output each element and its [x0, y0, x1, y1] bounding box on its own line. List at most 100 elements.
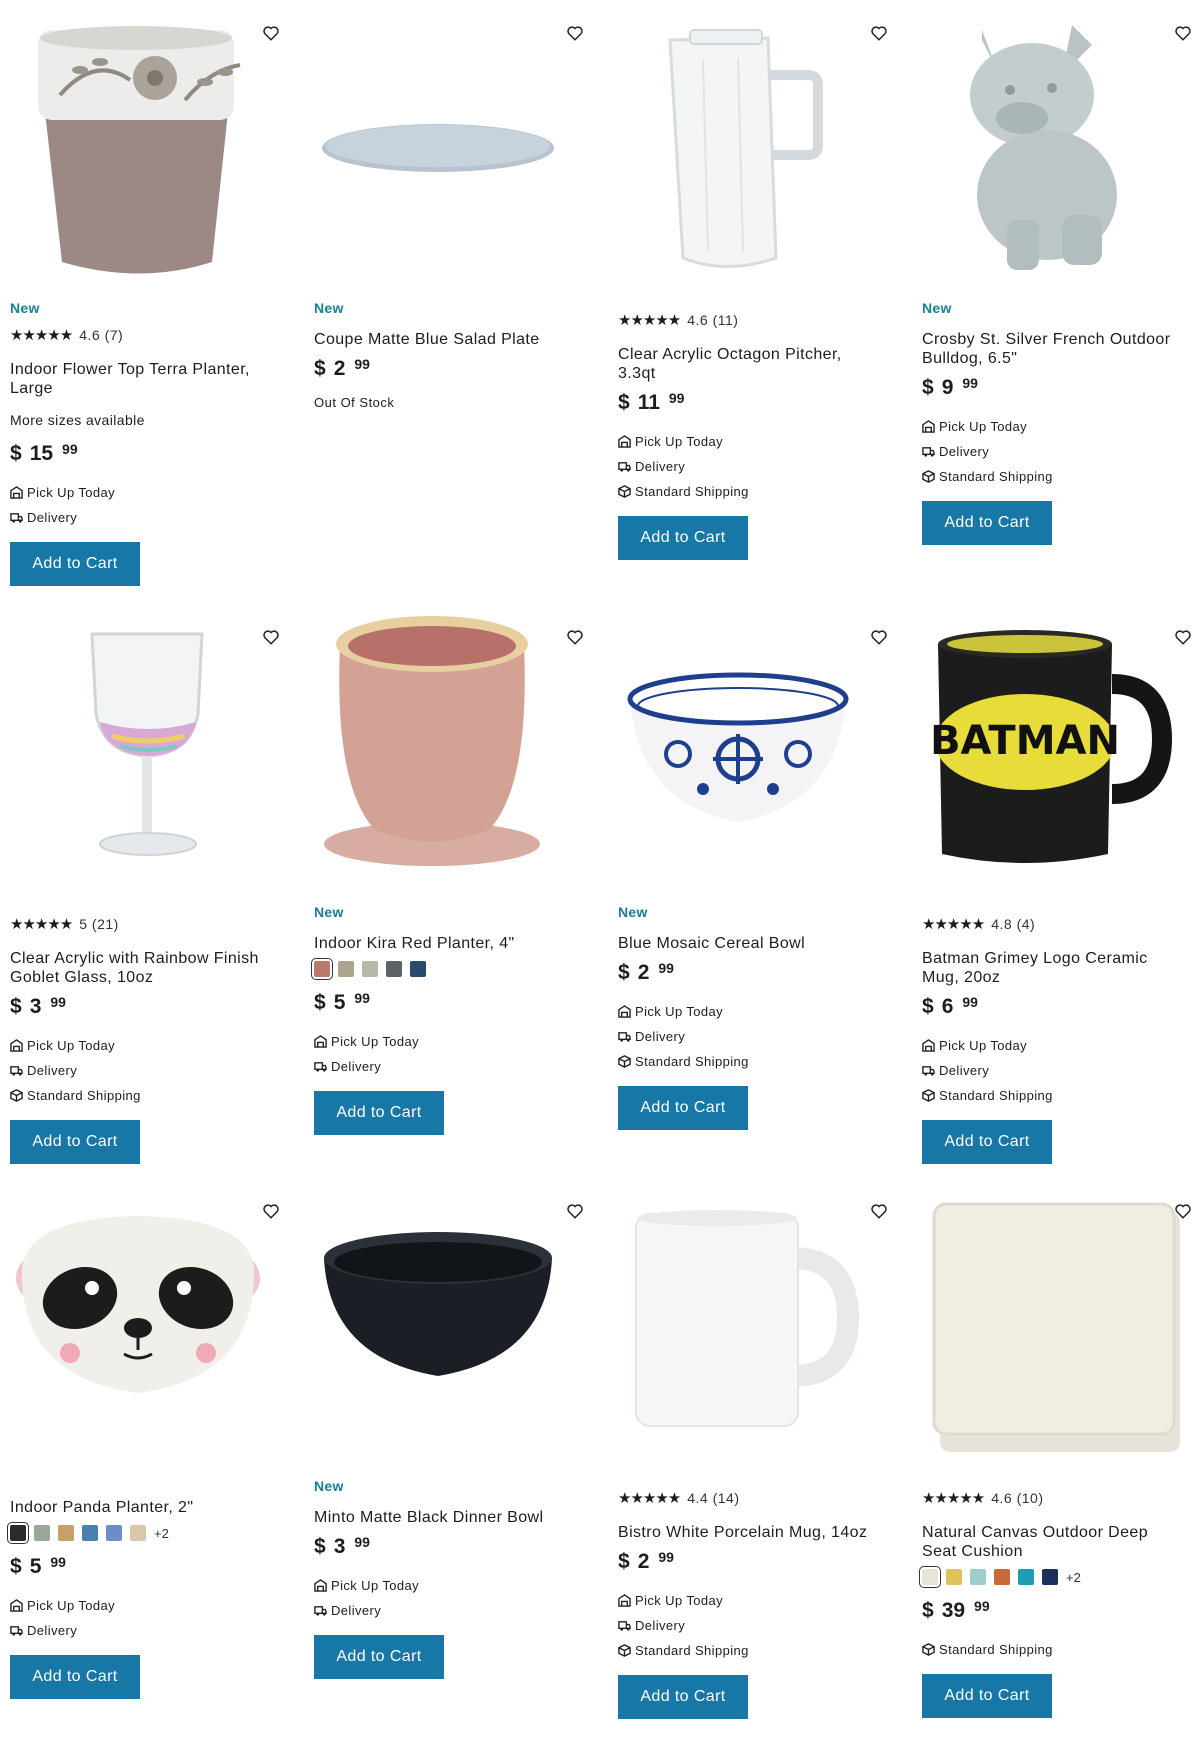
add-to-cart-button[interactable]: Add to Cart: [922, 1674, 1052, 1718]
heart-icon[interactable]: [566, 24, 584, 42]
heart-icon[interactable]: [1174, 1202, 1192, 1220]
heart-icon[interactable]: [262, 1202, 280, 1220]
product-image[interactable]: [0, 1178, 272, 1458]
heart-icon[interactable]: [566, 1202, 584, 1220]
rating[interactable]: ★★★★★ 4.6 (10): [922, 1489, 1184, 1507]
heart-icon[interactable]: [262, 24, 280, 42]
product-image[interactable]: [608, 0, 880, 280]
color-swatch[interactable]: [410, 961, 426, 977]
color-swatch[interactable]: [1042, 1569, 1058, 1585]
product-card[interactable]: ★★★★★ 5 (21) Clear Acrylic with Rainbow …: [0, 604, 279, 1164]
product-card[interactable]: New ★★★★★ 4.6 (7) Indoor Flower Top Terr…: [0, 0, 279, 590]
mug-logo-text: BATMAN: [930, 718, 1120, 764]
heart-icon[interactable]: [870, 628, 888, 646]
add-to-cart-button[interactable]: Add to Cart: [618, 1086, 748, 1130]
price: $ 2 99: [618, 1549, 880, 1574]
rating[interactable]: ★★★★★ 4.6 (11): [618, 311, 880, 329]
rating-text: 4.6 (10): [991, 1490, 1044, 1506]
heart-icon[interactable]: [870, 24, 888, 42]
product-title[interactable]: Minto Matte Black Dinner Bowl: [314, 1508, 576, 1527]
rating[interactable]: ★★★★★ 4.6 (7): [10, 326, 272, 344]
color-swatch[interactable]: [7, 1522, 29, 1544]
add-to-cart-button[interactable]: Add to Cart: [618, 516, 748, 560]
add-to-cart-button[interactable]: Add to Cart: [314, 1091, 444, 1135]
color-swatch[interactable]: [386, 961, 402, 977]
product-image[interactable]: [304, 1178, 576, 1458]
product-title[interactable]: Natural Canvas Outdoor Deep Seat Cushion: [922, 1523, 1184, 1561]
product-card[interactable]: ★★★★★ 4.4 (14) Bistro White Porcelain Mu…: [608, 1178, 887, 1738]
color-swatch[interactable]: [338, 961, 354, 977]
rating[interactable]: ★★★★★ 4.4 (14): [618, 1489, 880, 1507]
color-swatch[interactable]: [919, 1566, 941, 1588]
add-to-cart-button[interactable]: Add to Cart: [922, 501, 1052, 545]
color-swatch[interactable]: [946, 1569, 962, 1585]
heart-icon[interactable]: [262, 628, 280, 646]
product-title[interactable]: Indoor Panda Planter, 2": [10, 1498, 272, 1517]
delivery-text: Delivery: [27, 1063, 78, 1078]
product-card[interactable]: New Indoor Kira Red Planter, 4" $ 5 99 P…: [304, 604, 583, 1164]
color-swatch[interactable]: [34, 1525, 50, 1541]
product-image[interactable]: BATMAN: [912, 604, 1184, 884]
heart-icon[interactable]: [1174, 628, 1192, 646]
color-swatch[interactable]: [130, 1525, 146, 1541]
add-to-cart-button[interactable]: Add to Cart: [314, 1635, 444, 1679]
product-image[interactable]: [912, 1178, 1184, 1458]
product-title[interactable]: Batman Grimey Logo Ceramic Mug, 20oz: [922, 949, 1184, 987]
add-to-cart-button[interactable]: Add to Cart: [10, 542, 140, 586]
product-card[interactable]: Indoor Panda Planter, 2" +2 $ 5 99 Pick …: [0, 1178, 279, 1738]
delivery-option: Delivery: [10, 505, 272, 530]
add-to-cart-button[interactable]: Add to Cart: [618, 1675, 748, 1719]
product-image[interactable]: [912, 0, 1184, 280]
rating[interactable]: ★★★★★ 4.8 (4): [922, 915, 1184, 933]
product-title[interactable]: Indoor Flower Top Terra Planter, Large: [10, 360, 272, 398]
product-card[interactable]: New Minto Matte Black Dinner Bowl $ 3 99…: [304, 1178, 583, 1738]
color-swatch[interactable]: [362, 961, 378, 977]
color-swatch[interactable]: [970, 1569, 986, 1585]
product-title[interactable]: Bistro White Porcelain Mug, 14oz: [618, 1523, 880, 1542]
rating[interactable]: ★★★★★ 5 (21): [10, 915, 272, 933]
truck-icon: [10, 513, 23, 523]
product-card[interactable]: New Coupe Matte Blue Salad Plate $ 2 99 …: [304, 0, 583, 590]
star-rating-icon: ★★★★★: [10, 327, 73, 344]
product-title[interactable]: Indoor Kira Red Planter, 4": [314, 934, 576, 953]
new-badge: New: [922, 300, 952, 316]
product-image[interactable]: [608, 1178, 880, 1458]
product-card[interactable]: New Blue Mosaic Cereal Bowl $ 2 99 Pick …: [608, 604, 887, 1164]
add-to-cart-button[interactable]: Add to Cart: [10, 1655, 140, 1699]
product-card[interactable]: ★★★★★ 4.6 (10) Natural Canvas Outdoor De…: [912, 1178, 1191, 1738]
color-swatch[interactable]: [58, 1525, 74, 1541]
product-title[interactable]: Coupe Matte Blue Salad Plate: [314, 330, 576, 349]
truck-icon: [922, 1066, 935, 1076]
color-swatch[interactable]: [311, 958, 333, 980]
pickup-option: Pick Up Today: [10, 1033, 272, 1058]
product-image[interactable]: [304, 0, 576, 280]
color-swatch[interactable]: [82, 1525, 98, 1541]
heart-icon[interactable]: [566, 628, 584, 646]
heart-icon[interactable]: [1174, 24, 1192, 42]
product-info: New Coupe Matte Blue Salad Plate $ 2 99 …: [314, 300, 576, 410]
pickup-text: Pick Up Today: [939, 1038, 1028, 1053]
pickup-option: Pick Up Today: [922, 1033, 1184, 1058]
add-to-cart-button[interactable]: Add to Cart: [10, 1120, 140, 1164]
color-swatch[interactable]: [1018, 1569, 1034, 1585]
product-image[interactable]: [608, 604, 880, 884]
product-card[interactable]: ★★★★★ 4.6 (11) Clear Acrylic Octagon Pit…: [608, 0, 887, 590]
color-swatch[interactable]: [994, 1569, 1010, 1585]
product-card[interactable]: BATMAN ★★★★★ 4.8 (4) Batman Grimey Logo …: [912, 604, 1191, 1164]
heart-icon[interactable]: [870, 1202, 888, 1220]
product-image[interactable]: [304, 604, 576, 884]
product-card[interactable]: New Crosby St. Silver French Outdoor Bul…: [912, 0, 1191, 590]
more-swatches-count[interactable]: +2: [1066, 1570, 1081, 1585]
product-title[interactable]: Blue Mosaic Cereal Bowl: [618, 934, 880, 953]
product-image[interactable]: [0, 604, 272, 884]
product-title[interactable]: Clear Acrylic Octagon Pitcher, 3.3qt: [618, 345, 880, 383]
color-swatch[interactable]: [106, 1525, 122, 1541]
more-swatches-count[interactable]: +2: [154, 1526, 169, 1541]
add-to-cart-button[interactable]: Add to Cart: [922, 1120, 1052, 1164]
new-badge: New: [618, 904, 648, 920]
product-title[interactable]: Clear Acrylic with Rainbow Finish Goblet…: [10, 949, 272, 987]
product-image[interactable]: [0, 0, 272, 280]
price-dollars: 2: [637, 961, 650, 984]
shipping-text: Standard Shipping: [635, 484, 749, 499]
product-title[interactable]: Crosby St. Silver French Outdoor Bulldog…: [922, 330, 1184, 368]
